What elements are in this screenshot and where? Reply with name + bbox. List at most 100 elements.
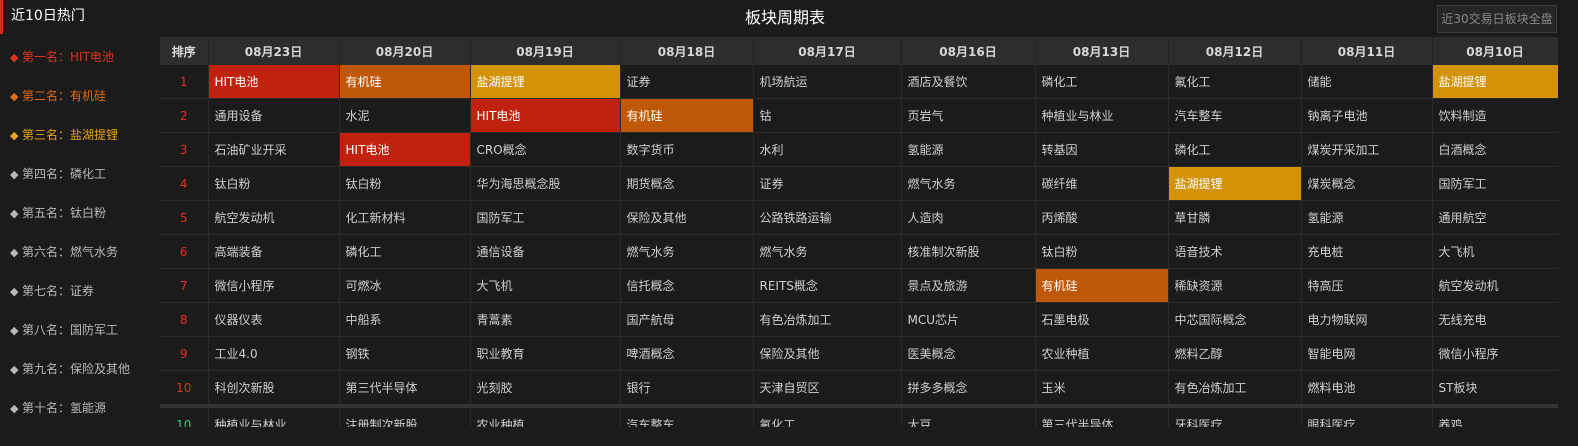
sector-cell[interactable]: 农业种植	[1035, 336, 1169, 371]
sector-cell[interactable]: 中船系	[339, 302, 471, 337]
sector-cell[interactable]: 光刻胶	[470, 370, 621, 407]
sector-cell[interactable]: 通用设备	[208, 98, 340, 133]
sector-cell[interactable]: 氟化工	[1168, 65, 1302, 99]
sector-cell[interactable]: 农业种植	[470, 404, 621, 427]
sector-cell[interactable]: 智能电网	[1301, 336, 1433, 371]
sector-cell[interactable]: 白酒概念	[1432, 132, 1558, 167]
sector-cell[interactable]: 大飞机	[470, 268, 621, 303]
sector-cell[interactable]: 微信小程序	[208, 268, 340, 303]
sector-cell[interactable]: 燃料电池	[1301, 370, 1433, 407]
date-column-header[interactable]: 08月18日	[620, 37, 754, 65]
date-column-header[interactable]: 08月16日	[901, 37, 1036, 65]
sector-cell[interactable]: 氢能源	[901, 132, 1036, 167]
sector-cell[interactable]: 充电桩	[1301, 234, 1433, 269]
sector-cell[interactable]: 钛白粉	[1035, 234, 1169, 269]
hot-rank-item[interactable]: ◆ 第三名：盐湖提锂	[10, 116, 160, 155]
hot-rank-item[interactable]: ◆ 第九名：保险及其他	[10, 350, 160, 389]
sector-cell[interactable]: 科创次新股	[208, 370, 340, 407]
date-column-header[interactable]: 08月11日	[1301, 37, 1433, 65]
sector-cell[interactable]: 盐湖提锂	[470, 65, 621, 99]
sector-cell[interactable]: 储能	[1301, 65, 1433, 99]
sector-cell[interactable]: 碳纤维	[1035, 166, 1169, 201]
sector-cell[interactable]: 银行	[620, 370, 754, 407]
sector-cell[interactable]: 机场航运	[753, 65, 902, 99]
sector-cell[interactable]: 饮料制造	[1432, 98, 1558, 133]
sector-cell[interactable]: 玉米	[1035, 370, 1169, 407]
sector-cell[interactable]: 信托概念	[620, 268, 754, 303]
sector-cell[interactable]: 保险及其他	[620, 200, 754, 235]
sector-cell[interactable]: 氢能源	[1301, 200, 1433, 235]
sector-cell[interactable]: 有机硅	[620, 98, 754, 133]
sector-cell[interactable]: 煤炭概念	[1301, 166, 1433, 201]
date-column-header[interactable]: 08月12日	[1168, 37, 1302, 65]
sector-cell[interactable]: HIT电池	[339, 132, 471, 167]
sector-cell[interactable]: 盐湖提锂	[1432, 65, 1558, 99]
hot-rank-item[interactable]: ◆ 第二名：有机硅	[10, 77, 160, 116]
sector-cell[interactable]: 有色冶炼加工	[1168, 370, 1302, 407]
hot-rank-item[interactable]: ◆ 第六名：燃气水务	[10, 233, 160, 272]
hot-rank-item[interactable]: ◆ 第一名：HIT电池	[10, 38, 160, 77]
sector-cell[interactable]: 水泥	[339, 98, 471, 133]
sector-cell[interactable]: HIT电池	[470, 98, 621, 133]
sector-cell[interactable]: 证券	[620, 65, 754, 99]
sector-cell[interactable]: 化工新材料	[339, 200, 471, 235]
sector-cell[interactable]: 航空发动机	[208, 200, 340, 235]
sector-cell[interactable]: 工业4.0	[208, 336, 340, 371]
sector-cell[interactable]: 磷化工	[1035, 65, 1169, 99]
sector-cell[interactable]: 钴	[753, 98, 902, 133]
sector-cell[interactable]: 钢铁	[339, 336, 471, 371]
hot-rank-item[interactable]: ◆ 第八名：国防军工	[10, 311, 160, 350]
sector-cell[interactable]: 钠离子电池	[1301, 98, 1433, 133]
sector-cell[interactable]: 眼科医疗	[1301, 404, 1433, 427]
sector-cell[interactable]: 丙烯酸	[1035, 200, 1169, 235]
sector-cell[interactable]: 特高压	[1301, 268, 1433, 303]
sector-cell[interactable]: 稀缺资源	[1168, 268, 1302, 303]
sector-cell[interactable]: 天津自贸区	[753, 370, 902, 407]
sector-cell[interactable]: REITS概念	[753, 268, 902, 303]
sector-cell[interactable]: 有色冶炼加工	[753, 302, 902, 337]
sector-cell[interactable]: 燃气水务	[901, 166, 1036, 201]
sector-cell[interactable]: 国防军工	[1432, 166, 1558, 201]
sector-cell[interactable]: 磷化工	[339, 234, 471, 269]
sector-cell[interactable]: 华为海思概念股	[470, 166, 621, 201]
sector-cell[interactable]: 通用航空	[1432, 200, 1558, 235]
sector-cell[interactable]: 青蒿素	[470, 302, 621, 337]
sector-cell[interactable]: 有机硅	[1035, 268, 1169, 303]
sector-cell[interactable]: 磷化工	[1168, 132, 1302, 167]
sector-cell[interactable]: 汽车整车	[1168, 98, 1302, 133]
sector-cell[interactable]: ST板块	[1432, 370, 1558, 407]
sector-cell[interactable]: 拼多多概念	[901, 370, 1036, 407]
date-column-header[interactable]: 08月17日	[753, 37, 902, 65]
sector-cell[interactable]: 页岩气	[901, 98, 1036, 133]
sector-cell[interactable]: 语音技术	[1168, 234, 1302, 269]
sector-cell[interactable]: 职业教育	[470, 336, 621, 371]
date-column-header[interactable]: 08月19日	[470, 37, 621, 65]
sector-cell[interactable]: 大豆	[901, 404, 1036, 427]
sector-cell[interactable]: 种植业与林业	[1035, 98, 1169, 133]
sector-cell[interactable]: 通信设备	[470, 234, 621, 269]
sector-cell[interactable]: 啤酒概念	[620, 336, 754, 371]
sector-cell[interactable]: 氟化工	[753, 404, 902, 427]
sector-cell[interactable]: 大飞机	[1432, 234, 1558, 269]
hot-rank-item[interactable]: ◆ 第七名：证券	[10, 272, 160, 311]
sector-cell[interactable]: CRO概念	[470, 132, 621, 167]
sector-cell[interactable]: 煤炭开采加工	[1301, 132, 1433, 167]
sector-cell[interactable]: 石墨电极	[1035, 302, 1169, 337]
sector-cell[interactable]: 核准制次新股	[901, 234, 1036, 269]
sector-cell[interactable]: 钛白粉	[339, 166, 471, 201]
sector-cell[interactable]: 石油矿业开采	[208, 132, 340, 167]
sector-cell[interactable]: 草甘膦	[1168, 200, 1302, 235]
sector-cell[interactable]: 国产航母	[620, 302, 754, 337]
sector-cell[interactable]: 数字货币	[620, 132, 754, 167]
sector-cell[interactable]: 仪器仪表	[208, 302, 340, 337]
sector-cell[interactable]: 燃料乙醇	[1168, 336, 1302, 371]
sector-cell[interactable]: 景点及旅游	[901, 268, 1036, 303]
sector-cell[interactable]: 无线充电	[1432, 302, 1558, 337]
sector-cell[interactable]: 电力物联网	[1301, 302, 1433, 337]
sector-cell[interactable]: 酒店及餐饮	[901, 65, 1036, 99]
sector-cell[interactable]: 国防军工	[470, 200, 621, 235]
hot-rank-item[interactable]: ◆ 第四名：磷化工	[10, 155, 160, 194]
sector-cell[interactable]: 第三代半导体	[1035, 404, 1169, 427]
sector-cell[interactable]: 可燃冰	[339, 268, 471, 303]
sector-cell[interactable]: 转基因	[1035, 132, 1169, 167]
